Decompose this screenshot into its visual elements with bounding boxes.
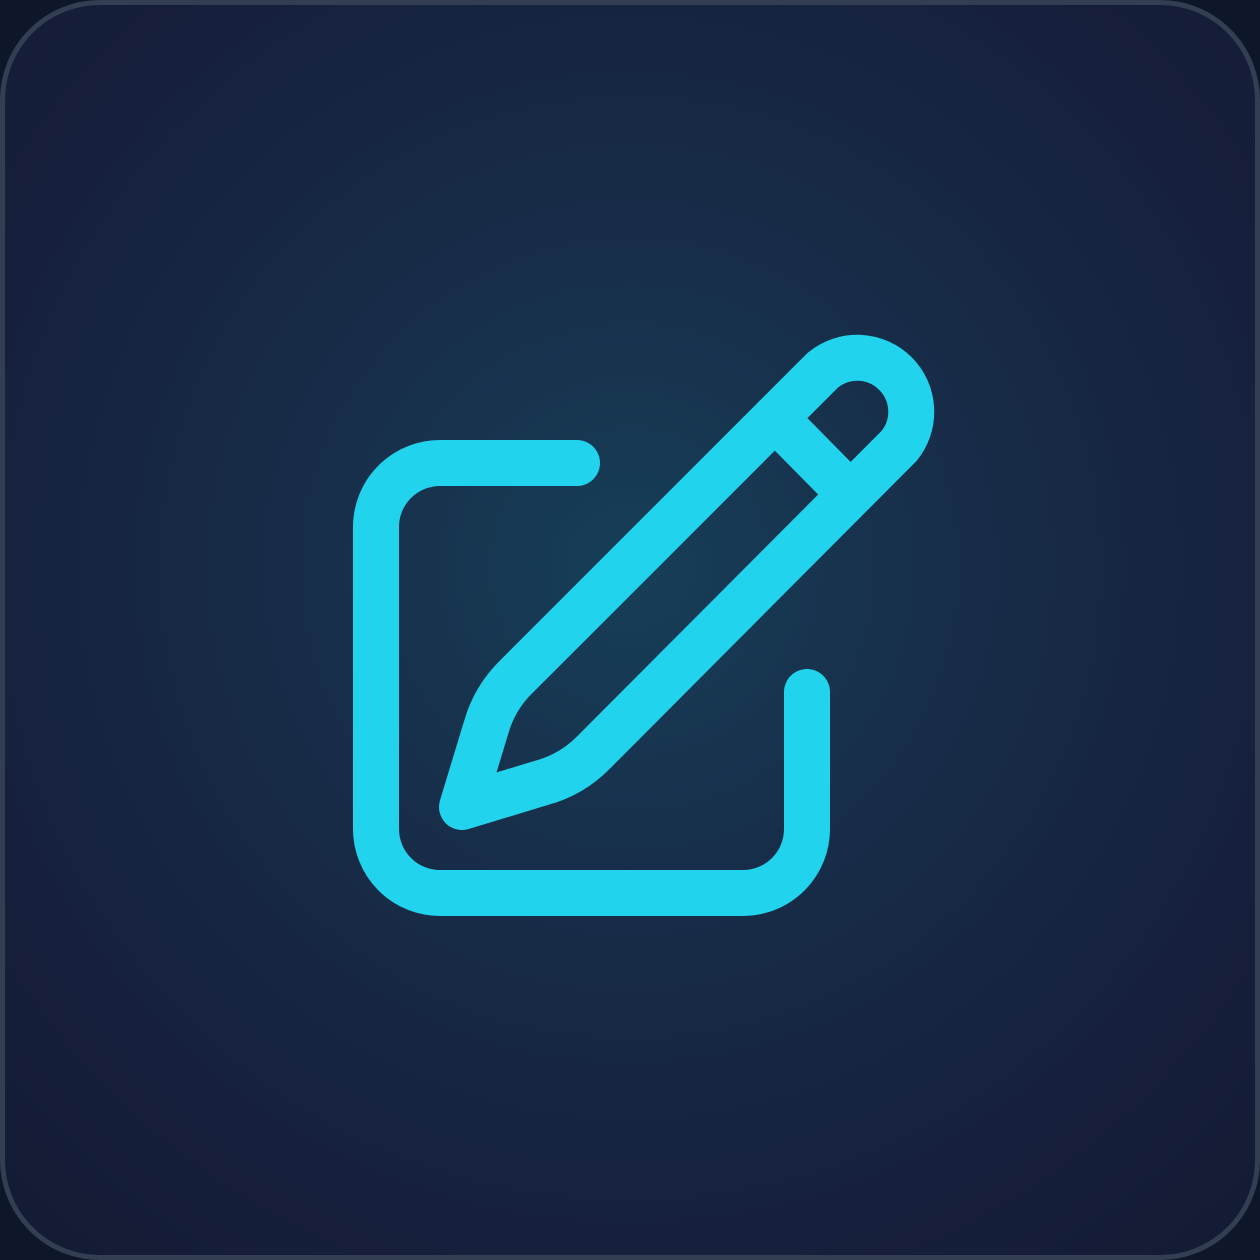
- edit-icon-pencil: [439, 334, 935, 830]
- edit-icon-frame: [353, 440, 830, 916]
- edit-icon: [5, 5, 1255, 1255]
- edit-icon-graphic: [353, 334, 935, 916]
- app-icon-tile[interactable]: [0, 0, 1260, 1260]
- edit-icon-pencil-band: [752, 395, 873, 517]
